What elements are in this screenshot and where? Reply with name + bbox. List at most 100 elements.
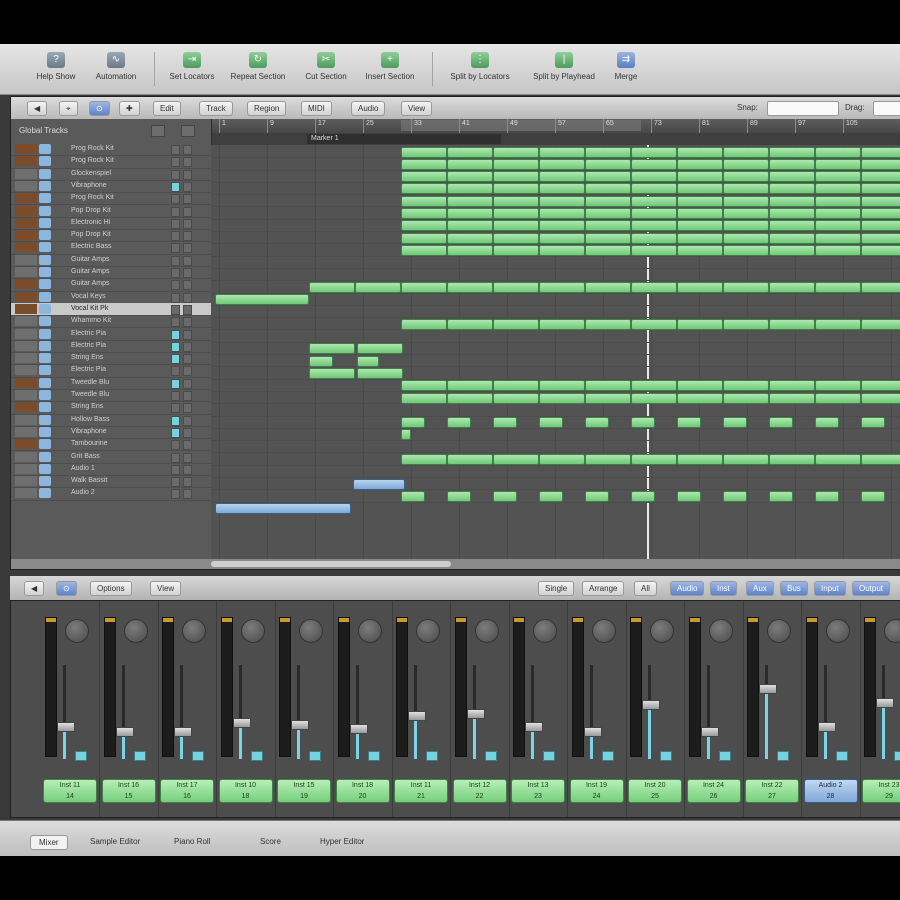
midi-region[interactable]	[493, 454, 539, 465]
midi-region[interactable]	[815, 158, 861, 170]
midi-region[interactable]	[769, 490, 793, 502]
midi-region[interactable]	[815, 281, 861, 293]
midi-region[interactable]	[585, 208, 631, 219]
midi-region[interactable]	[631, 146, 677, 158]
split-locators-button[interactable]: ⋮ Split by Locators	[444, 48, 516, 90]
track-header-row[interactable]: Audio 1	[11, 463, 211, 477]
volume-fader[interactable]	[876, 698, 894, 708]
mute-button[interactable]	[171, 206, 180, 217]
track-button[interactable]	[718, 751, 731, 761]
track-header-row[interactable]: Grit Bass	[11, 451, 211, 464]
midi-region[interactable]	[447, 183, 493, 195]
channel-name[interactable]: Inst 11 14	[43, 779, 97, 803]
track-header-row[interactable]: Hollow Bass	[11, 414, 211, 427]
midi-region[interactable]	[355, 281, 401, 293]
midi-region[interactable]	[585, 244, 631, 256]
track-header-row[interactable]: Tweedle Blu	[11, 377, 211, 390]
solo-button[interactable]	[183, 341, 192, 352]
solo-button[interactable]	[183, 231, 192, 242]
midi-region[interactable]	[447, 380, 493, 392]
midi-region[interactable]	[631, 417, 655, 429]
track-button[interactable]	[75, 751, 87, 761]
pan-knob[interactable]	[416, 619, 440, 643]
midi-region[interactable]	[401, 208, 447, 219]
midi-region[interactable]	[493, 281, 539, 293]
midi-region[interactable]	[585, 380, 631, 392]
midi-region[interactable]	[677, 232, 723, 244]
track-header-row[interactable]: Audio 2	[11, 487, 211, 501]
solo-button[interactable]	[183, 280, 192, 291]
midi-region[interactable]	[539, 171, 585, 183]
mute-button[interactable]	[171, 366, 180, 377]
volume-fader[interactable]	[291, 720, 309, 730]
track-button[interactable]	[543, 751, 555, 761]
midi-region[interactable]	[677, 417, 701, 429]
track-header-row[interactable]: Vibraphone	[11, 426, 211, 440]
midi-region[interactable]	[401, 490, 425, 502]
midi-region[interactable]	[585, 417, 609, 429]
midi-region[interactable]	[493, 232, 539, 244]
midi-region[interactable]	[539, 417, 563, 429]
midi-region[interactable]	[631, 490, 655, 502]
midi-region[interactable]	[539, 183, 585, 195]
track-button[interactable]	[660, 751, 672, 761]
midi-region[interactable]	[585, 392, 631, 404]
midi-region[interactable]	[493, 380, 539, 392]
solo-button[interactable]	[183, 464, 192, 475]
track-header-row[interactable]: Glockenspiel	[11, 168, 211, 181]
track-header-row[interactable]: Guitar Amps	[11, 266, 211, 280]
catch-button[interactable]: ⌖	[59, 101, 78, 116]
midi-region[interactable]	[539, 454, 585, 465]
repeat-section-button[interactable]: ↻ Repeat Section	[222, 48, 294, 90]
midi-region[interactable]	[631, 232, 677, 244]
midi-region[interactable]	[493, 417, 517, 429]
channel-name[interactable]: Inst 20 25	[628, 779, 682, 803]
midi-region[interactable]	[493, 392, 539, 404]
track-lane[interactable]	[211, 268, 900, 282]
track-lane[interactable]	[211, 256, 900, 269]
global-tracks-header[interactable]: Global Tracks	[15, 121, 205, 141]
midi-region[interactable]	[677, 171, 723, 183]
midi-region[interactable]	[815, 244, 861, 256]
track-lane[interactable]	[211, 403, 900, 417]
midi-region[interactable]	[723, 392, 769, 404]
midi-region[interactable]	[585, 195, 631, 207]
channel-name[interactable]: Inst 11 21	[394, 779, 448, 803]
solo-button[interactable]	[183, 145, 192, 155]
midi-region[interactable]	[677, 220, 723, 232]
midi-region[interactable]	[447, 281, 493, 293]
pan-knob[interactable]	[825, 619, 850, 643]
tab-sample-editor[interactable]: Sample Editor	[82, 835, 148, 848]
midi-region[interactable]	[309, 355, 333, 367]
channel-name[interactable]: Inst 24 26	[686, 779, 741, 803]
midi-region[interactable]	[769, 380, 815, 392]
midi-region[interactable]	[309, 343, 355, 355]
channel-name[interactable]: Inst 19 24	[569, 779, 624, 803]
midi-region[interactable]	[723, 195, 769, 207]
mute-button[interactable]	[171, 477, 180, 488]
midi-region[interactable]	[447, 195, 493, 207]
midi-region[interactable]	[631, 392, 677, 404]
mixer-link-button[interactable]: ⊙	[56, 581, 77, 596]
midi-region[interactable]	[401, 244, 447, 256]
midi-region[interactable]	[447, 146, 493, 158]
midi-region[interactable]	[861, 392, 900, 404]
midi-region[interactable]	[861, 318, 900, 330]
pan-knob[interactable]	[65, 619, 89, 643]
mute-button[interactable]	[171, 317, 180, 328]
midi-region[interactable]	[815, 318, 861, 330]
midi-region[interactable]	[539, 195, 585, 207]
volume-fader[interactable]	[349, 724, 368, 734]
midi-region[interactable]	[447, 158, 493, 170]
midi-region[interactable]	[447, 454, 493, 465]
midi-region[interactable]	[585, 281, 631, 293]
midi-region[interactable]	[631, 454, 677, 465]
mute-button[interactable]	[171, 464, 180, 475]
solo-button[interactable]	[183, 489, 192, 500]
midi-region[interactable]	[309, 281, 355, 293]
solo-button[interactable]	[183, 292, 192, 303]
midi-region[interactable]	[447, 220, 493, 232]
midi-region[interactable]	[585, 318, 631, 330]
track-button[interactable]	[309, 751, 321, 761]
midi-region[interactable]	[723, 158, 769, 170]
